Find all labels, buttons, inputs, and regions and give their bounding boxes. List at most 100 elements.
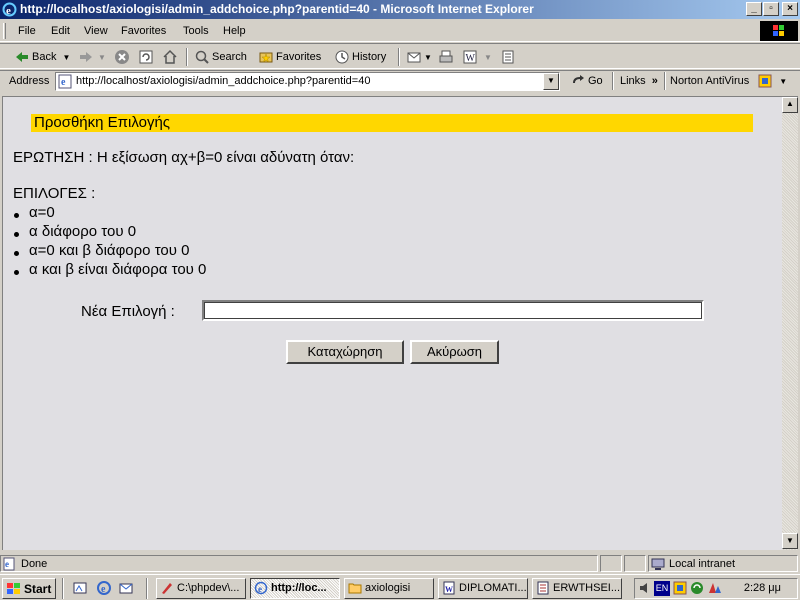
address-bar: Address e http://localhost/axiologisi/ad… — [0, 70, 800, 92]
outlook-quicklaunch-icon[interactable] — [118, 580, 134, 596]
task-label: axiologisi — [365, 582, 411, 594]
search-button[interactable]: Search — [194, 48, 247, 66]
chevron-down-icon: ▼ — [786, 536, 794, 545]
history-label: History — [352, 51, 387, 63]
show-desktop-icon[interactable] — [72, 580, 88, 596]
menu-grip — [3, 23, 6, 39]
choices-list: α=0 α διάφορο του 0 α=0 και β διάφορο το… — [13, 204, 206, 280]
forward-arrow-icon — [80, 52, 92, 62]
menu-tools[interactable]: Tools — [183, 25, 209, 37]
start-label: Start — [24, 582, 52, 596]
system-tray: EN 2:28 μμ — [634, 578, 798, 599]
refresh-icon — [139, 50, 153, 64]
clock: 2:28 μμ — [743, 582, 781, 594]
taskbar-separator — [146, 578, 148, 599]
back-button[interactable]: Back ▼ — [14, 48, 70, 66]
discuss-button[interactable] — [500, 48, 516, 66]
task-label: ERWTHSEI... — [553, 582, 621, 594]
question-text: ΕΡΩΤΗΣΗ : Η εξίσωση αχ+β=0 είναι αδύνατη… — [13, 149, 355, 166]
address-url: http://localhost/axiologisi/admin_addcho… — [76, 75, 371, 87]
sync-tray-icon[interactable] — [690, 581, 704, 595]
edit-button[interactable]: W ▼ — [462, 48, 492, 66]
stop-button[interactable] — [114, 48, 130, 66]
mail-button[interactable]: ▼ — [406, 48, 432, 66]
status-text: Done — [21, 558, 48, 570]
menu-favorites[interactable]: Favorites — [121, 25, 166, 37]
windows-logo-icon — [7, 583, 20, 594]
zone-panel: Local intranet — [648, 555, 798, 572]
svg-text:W: W — [445, 585, 453, 594]
home-icon — [163, 49, 177, 64]
refresh-button[interactable] — [138, 48, 154, 66]
norton-shield-icon — [758, 74, 772, 88]
task-button-ie[interactable]: e http://loc... — [250, 578, 340, 599]
task-button-erwthsei[interactable]: ERWTHSEI... — [532, 578, 622, 599]
chevron-down-icon[interactable]: ▼ — [779, 77, 787, 86]
menu-file[interactable]: File — [18, 25, 36, 37]
taskbar: Start e C:\phpdev\... e http://loc... ax… — [0, 574, 800, 600]
address-label: Address — [9, 75, 50, 87]
new-choice-input[interactable] — [202, 300, 704, 321]
go-arrow-icon — [573, 75, 584, 83]
links-button[interactable]: Links » — [620, 72, 658, 90]
address-input[interactable]: e http://localhost/axiologisi/admin_addc… — [55, 72, 560, 91]
links-label: Links — [620, 75, 646, 87]
chevron-down-icon[interactable]: ▼ — [424, 53, 432, 62]
menu-view[interactable]: View — [84, 25, 108, 37]
ie-logo-icon: e — [2, 2, 17, 17]
task-button-phpdev[interactable]: C:\phpdev\... — [156, 578, 246, 599]
chevron-down-icon[interactable]: ▼ — [484, 53, 492, 62]
scroll-up-button[interactable]: ▲ — [782, 97, 798, 113]
status-panel: e Done — [0, 555, 598, 572]
ie-quicklaunch-icon[interactable]: e — [96, 580, 112, 596]
norton-antivirus-button[interactable]: Norton AntiVirus ▼ — [670, 72, 787, 90]
favorites-label: Favorites — [276, 51, 322, 63]
status-panel — [600, 555, 622, 572]
menu-edit[interactable]: Edit — [51, 25, 70, 37]
page-icon: e — [3, 557, 15, 571]
close-button[interactable]: × — [782, 2, 798, 16]
favorites-button[interactable]: Favorites — [258, 48, 321, 66]
go-label: Go — [588, 75, 603, 87]
vertical-scrollbar[interactable]: ▲ ▼ — [782, 96, 798, 550]
print-icon — [439, 50, 453, 63]
go-button[interactable]: Go — [570, 72, 603, 90]
toolbar-separator — [398, 48, 400, 66]
svg-text:e: e — [5, 559, 9, 569]
cancel-button[interactable]: Ακύρωση — [410, 340, 499, 364]
submit-button[interactable]: Καταχώρηση — [286, 340, 404, 364]
window-title: http://localhost/axiologisi/admin_addcho… — [20, 2, 534, 16]
language-indicator[interactable]: EN — [654, 581, 670, 596]
svg-text:e: e — [61, 77, 66, 88]
back-arrow-icon — [16, 52, 28, 62]
menu-bar: File Edit View Favorites Tools Help — [0, 20, 800, 42]
chevron-down-icon[interactable]: ▼ — [62, 53, 70, 62]
task-label: http://loc... — [271, 582, 327, 594]
standard-toolbar: Back ▼ ▼ Search Favorites History ▼ W ▼ — [0, 43, 800, 69]
task-label: C:\phpdev\... — [177, 582, 240, 594]
volume-icon[interactable] — [638, 581, 652, 595]
list-item: α και β είναι διάφορα του 0 — [13, 261, 206, 280]
norton-tray-icon[interactable] — [673, 581, 687, 595]
print-button[interactable] — [438, 48, 454, 66]
task-button-folder[interactable]: axiologisi — [344, 578, 434, 599]
minimize-button[interactable]: _ — [746, 2, 762, 16]
scroll-down-button[interactable]: ▼ — [782, 533, 798, 549]
windows-logo-icon — [760, 21, 798, 41]
svg-text:W: W — [466, 53, 476, 64]
forward-button[interactable]: ▼ — [78, 48, 106, 66]
status-panel — [624, 555, 646, 572]
history-button[interactable]: History — [334, 48, 386, 66]
page-heading: Προσθήκη Επιλογής — [34, 114, 171, 131]
start-button[interactable]: Start — [2, 578, 56, 599]
svg-text:e: e — [6, 5, 11, 17]
home-button[interactable] — [162, 48, 178, 66]
address-dropdown-button[interactable]: ▼ — [543, 73, 559, 90]
task-label: DIPLOMATI... — [459, 582, 527, 594]
mail-icon — [407, 52, 421, 63]
network-tray-icon[interactable] — [707, 581, 723, 595]
menu-help[interactable]: Help — [223, 25, 246, 37]
restore-button[interactable]: ▫ — [763, 2, 779, 16]
task-button-word-diplomati[interactable]: W DIPLOMATI... — [438, 578, 528, 599]
chevron-down-icon[interactable]: ▼ — [98, 53, 106, 62]
